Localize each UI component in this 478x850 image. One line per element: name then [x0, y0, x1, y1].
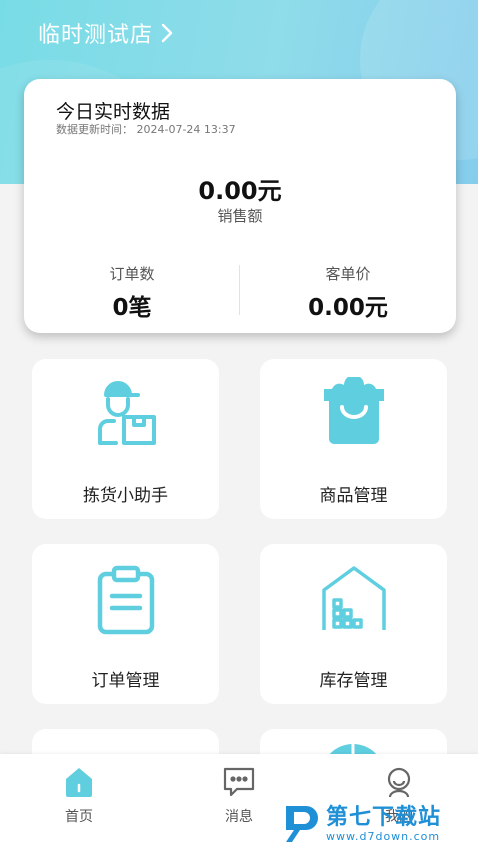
tile-label: 库存管理	[319, 671, 388, 691]
tile-label: 商品管理	[319, 486, 388, 506]
watermark-url: www.d7down.com	[326, 829, 441, 843]
stats-updated-time: 数据更新时间： 2024-07-24 13:37	[56, 123, 236, 136]
realtime-stats-card: 今日实时数据 数据更新时间： 2024-07-24 13:37 0.00元 销售…	[24, 79, 456, 333]
warehouse-icon	[260, 562, 447, 642]
picker-worker-icon	[32, 377, 219, 457]
user-icon	[359, 764, 439, 800]
watermark-text: 第七下载站 www.d7down.com	[326, 804, 442, 843]
tile-product-management[interactable]: 商品管理	[260, 359, 447, 519]
order-count-stat: 订单数 0笔	[24, 263, 240, 322]
avg-order-label: 客单价	[325, 265, 371, 283]
nav-label: 首页	[65, 809, 93, 825]
tile-order-management[interactable]: 订单管理	[32, 544, 219, 704]
store-selector[interactable]: 临时测试店	[38, 16, 173, 50]
stats-title: 今日实时数据	[56, 101, 171, 123]
order-count-label: 订单数	[109, 265, 155, 283]
nav-home[interactable]: 首页	[39, 764, 119, 826]
store-name-label: 临时测试店	[38, 23, 154, 48]
chevron-right-icon	[161, 23, 173, 43]
watermark: 第七下载站 www.d7down.com	[282, 798, 478, 850]
order-count-value: 0笔	[112, 295, 152, 321]
tile-label: 订单管理	[91, 671, 160, 691]
message-icon	[199, 764, 279, 800]
avg-order-value: 0.00元	[308, 295, 388, 321]
tile-label: 拣货小助手	[83, 486, 168, 506]
watermark-logo-icon	[286, 806, 318, 842]
clipboard-icon	[32, 562, 219, 642]
nav-label: 消息	[225, 809, 253, 825]
sales-label: 销售额	[217, 207, 263, 225]
tile-picking-assistant[interactable]: 拣货小助手	[32, 359, 219, 519]
sales-amount: 0.00元	[198, 177, 282, 205]
shopping-bag-icon	[260, 377, 447, 457]
nav-messages[interactable]: 消息	[199, 764, 279, 826]
avg-order-stat: 客单价 0.00元	[240, 263, 456, 322]
tile-inventory-management[interactable]: 库存管理	[260, 544, 447, 704]
watermark-title: 第七下载站	[326, 804, 442, 830]
home-icon	[39, 764, 119, 800]
